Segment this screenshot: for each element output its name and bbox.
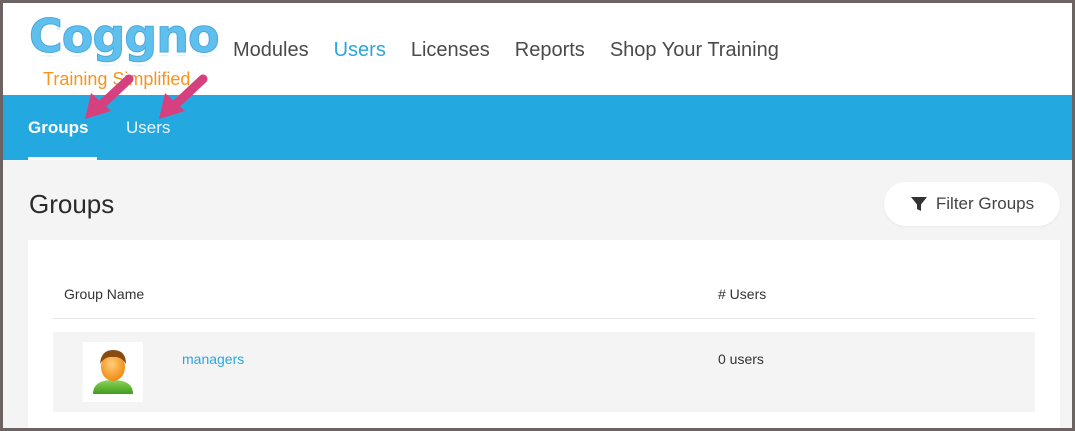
sub-tab-groups[interactable]: Groups <box>28 118 88 138</box>
nav-item-reports[interactable]: Reports <box>515 39 585 62</box>
table-row[interactable]: managers 0 users <box>53 332 1035 412</box>
page-title: Groups <box>29 189 115 219</box>
nav-item-shop-your-training[interactable]: Shop Your Training <box>610 39 779 62</box>
main-nav: Modules Users Licenses Reports Shop Your… <box>233 39 804 62</box>
logo-wordmark: Coggno <box>29 9 221 64</box>
table-header: Group Name # Users <box>53 276 1035 319</box>
nav-item-users[interactable]: Users <box>334 39 386 62</box>
nav-item-modules[interactable]: Modules <box>233 39 309 62</box>
nav-item-licenses[interactable]: Licenses <box>411 39 490 62</box>
group-name-link[interactable]: managers <box>182 351 244 367</box>
groups-table-card: Group Name # Users managers 0 users <box>28 240 1060 428</box>
column-header-users-count[interactable]: # Users <box>718 286 766 302</box>
arrow-icon <box>159 74 208 119</box>
group-user-count: 0 users <box>718 351 764 367</box>
app-window: Coggno Training Simplified Modules Users… <box>0 0 1075 431</box>
column-header-group-name[interactable]: Group Name <box>64 286 144 302</box>
filter-groups-button[interactable]: Filter Groups <box>884 182 1060 226</box>
active-tab-indicator <box>28 157 97 160</box>
person-avatar-icon <box>83 342 143 402</box>
funnel-icon <box>910 197 927 211</box>
filter-groups-label: Filter Groups <box>935 194 1035 213</box>
arrow-icon <box>85 74 134 119</box>
